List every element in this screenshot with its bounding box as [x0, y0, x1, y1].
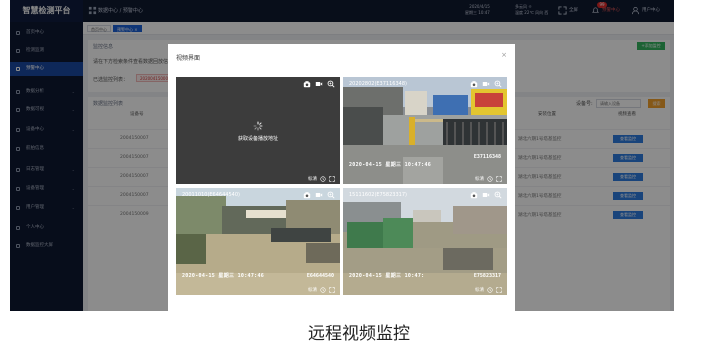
record-icon[interactable]: [482, 80, 490, 88]
feed-name: 15111602(E75823317): [349, 192, 407, 198]
zoom-icon[interactable]: [327, 191, 335, 199]
record-icon[interactable]: [315, 80, 323, 88]
osd-timestamp: 2020-04-15 星期三 10:47:: [349, 273, 425, 279]
quality-label[interactable]: 标清: [475, 176, 484, 182]
osd-timestamp: 2020-04-15 星期三 10:47:46: [182, 273, 265, 279]
osd-device-id: E64644540: [306, 273, 334, 279]
zoom-icon[interactable]: [494, 80, 502, 88]
feed-name: 20011010(E64644540): [182, 192, 240, 198]
feed-header: 15111602(E75823317): [343, 188, 507, 202]
loading-text: 获取设备播放地址: [237, 136, 278, 142]
playback-icon[interactable]: [320, 287, 326, 293]
zoom-icon[interactable]: [327, 80, 335, 88]
feed-header: 20202802(E37116348): [343, 77, 507, 91]
feed-footer-controls: 标清: [308, 176, 335, 182]
loading-spinner-icon: [253, 121, 263, 131]
feed-controls: [303, 80, 335, 88]
osd-device-id: E37116348: [473, 154, 501, 160]
feed-controls: [470, 80, 502, 88]
snapshot-icon[interactable]: [470, 191, 478, 199]
record-icon[interactable]: [482, 191, 490, 199]
close-icon[interactable]: ×: [501, 51, 507, 59]
video-modal: 视频界面 × 获取设备播放地址 标清 20202802(E37116348) 2…: [168, 44, 515, 311]
playback-icon[interactable]: [487, 287, 493, 293]
feed-controls: [470, 191, 502, 199]
video-feed-4[interactable]: 15111602(E75823317) 2020-04-15 星期三 10:47…: [343, 188, 507, 295]
video-feed-3[interactable]: 20011010(E64644540) 2020-04-15 星期三 10:47…: [176, 188, 340, 295]
modal-title: 视频界面: [176, 55, 201, 62]
feed-header: [176, 77, 340, 91]
quality-label[interactable]: 标清: [475, 287, 484, 293]
feed-name: 20202802(E37116348): [349, 81, 407, 87]
feed-footer-controls: 标清: [475, 176, 502, 182]
figure-caption: 远程视频监控: [308, 324, 410, 344]
video-feed-2[interactable]: 20202802(E37116348) 2020-04-15 星期三 10:47…: [343, 77, 507, 184]
expand-icon[interactable]: [496, 176, 502, 182]
quality-label[interactable]: 标清: [308, 176, 317, 182]
expand-icon[interactable]: [329, 176, 335, 182]
expand-icon[interactable]: [496, 287, 502, 293]
osd-timestamp: 2020-04-15 星期三 10:47:46: [349, 162, 432, 168]
snapshot-icon[interactable]: [303, 80, 311, 88]
zoom-icon[interactable]: [494, 191, 502, 199]
snapshot-icon[interactable]: [303, 191, 311, 199]
feed-controls: [303, 191, 335, 199]
app-window: 智慧检测平台 数据中心 / 预警中心 2020/4/15 星期三 10:47 多…: [10, 0, 674, 311]
expand-icon[interactable]: [329, 287, 335, 293]
feed-footer-controls: 标清: [475, 287, 502, 293]
playback-icon[interactable]: [320, 176, 326, 182]
playback-icon[interactable]: [487, 176, 493, 182]
video-feed-1[interactable]: 获取设备播放地址 标清: [176, 77, 340, 184]
snapshot-icon[interactable]: [470, 80, 478, 88]
feed-footer-controls: 标清: [308, 287, 335, 293]
osd-device-id: E75823317: [473, 273, 501, 279]
quality-label[interactable]: 标清: [308, 287, 317, 293]
feed-header: 20011010(E64644540): [176, 188, 340, 202]
record-icon[interactable]: [315, 191, 323, 199]
